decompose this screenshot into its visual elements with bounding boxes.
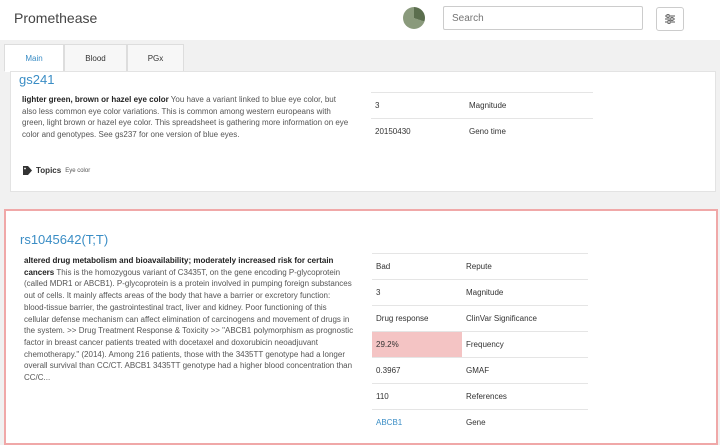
snp-description: altered drug metabolism and bioavailabil… [24, 255, 354, 384]
summary-pie-icon[interactable] [403, 7, 425, 29]
fact-row: Drug response ClinVar Significance [372, 305, 588, 332]
fact-value-frequency: 29.2% [372, 331, 462, 358]
fact-label: ClinVar Significance [462, 305, 588, 332]
fact-label: Magnitude [462, 279, 588, 306]
fact-row: ABCB1 Gene [372, 409, 588, 435]
fact-value: 20150430 [371, 118, 465, 144]
fact-row: 3 Magnitude [372, 279, 588, 306]
fact-label: Geno time [465, 118, 593, 144]
fact-row: 20150430 Geno time [371, 118, 593, 144]
genoset-id-link[interactable]: gs241 [19, 72, 54, 87]
filter-button[interactable] [656, 7, 684, 31]
fact-value: 3 [371, 92, 465, 119]
tab-pgx[interactable]: PGx [127, 44, 184, 72]
sliders-icon [665, 14, 675, 24]
fact-value: 3 [372, 279, 462, 306]
genoset-card: gs241 lighter green, brown or hazel eye … [10, 71, 716, 192]
gene-link[interactable]: ABCB1 [372, 409, 462, 435]
tab-bar: Main Blood PGx [0, 44, 720, 72]
fact-row: 0.3967 GMAF [372, 357, 588, 384]
fact-value: 0.3967 [372, 357, 462, 384]
tag-icon [23, 166, 32, 175]
fact-value: Drug response [372, 305, 462, 332]
fact-row: 3 Magnitude [371, 92, 593, 119]
snp-text: This is the homozygous variant of C3435T… [24, 267, 354, 383]
fact-label: Repute [462, 253, 588, 280]
genoset-facts-table: 3 Magnitude 20150430 Geno time [371, 92, 593, 144]
snp-facts-table: Bad Repute 3 Magnitude Drug response Cli… [372, 253, 588, 435]
fact-label: GMAF [462, 357, 588, 384]
fact-label: Frequency [462, 331, 588, 358]
genoset-description: lighter green, brown or hazel eye color … [22, 94, 352, 141]
fact-value: 110 [372, 383, 462, 410]
snp-card: rs1045642(T;T) altered drug metabolism a… [4, 209, 718, 445]
topics-label: Topics [36, 166, 62, 175]
fact-row: 110 References [372, 383, 588, 410]
fact-value: Bad [372, 253, 462, 280]
app-title: Promethease [14, 10, 98, 26]
genoset-summary: lighter green, brown or hazel eye color [22, 95, 169, 104]
tab-blood[interactable]: Blood [64, 44, 127, 72]
search-input[interactable] [443, 6, 643, 30]
topic-tag[interactable]: Eye color [65, 168, 90, 174]
fact-row: 29.2% Frequency [372, 331, 588, 358]
top-bar: Promethease [0, 0, 720, 40]
snp-id-link[interactable]: rs1045642(T;T) [20, 232, 108, 247]
tab-main[interactable]: Main [4, 44, 64, 72]
topics-row: Topics Eye color [23, 166, 90, 175]
fact-label: Magnitude [465, 92, 593, 119]
fact-label: Gene [462, 409, 588, 435]
fact-row: Bad Repute [372, 253, 588, 280]
fact-label: References [462, 383, 588, 410]
